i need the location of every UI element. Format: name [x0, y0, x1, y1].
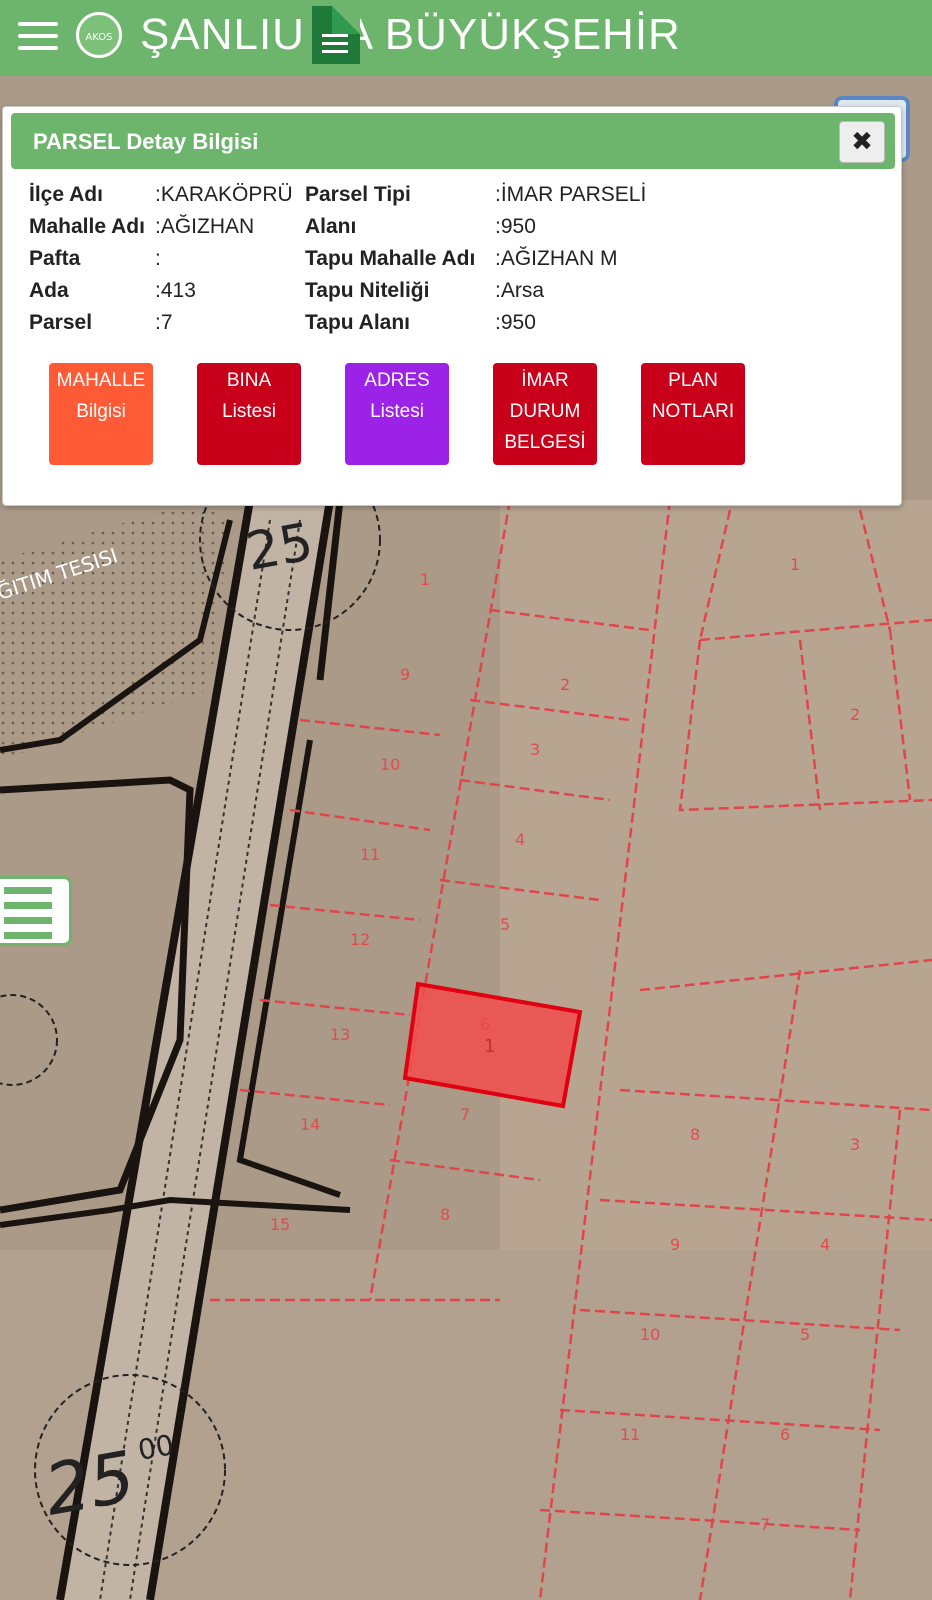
- parcel-number: 15: [270, 1215, 290, 1234]
- hamburger-menu-icon[interactable]: [18, 22, 58, 52]
- parcel-number: 9: [400, 665, 410, 684]
- button-label: İMAR: [521, 370, 569, 391]
- parcel-number: 5: [500, 915, 510, 934]
- parcel-number: 1: [790, 555, 800, 574]
- parcel-number: 11: [620, 1425, 640, 1444]
- field-value: :950: [495, 215, 536, 238]
- plan-notlari-button[interactable]: PLAN NOTLARI: [641, 363, 745, 465]
- parcel-number: 4: [820, 1235, 830, 1254]
- button-label: DURUM: [509, 401, 581, 422]
- parcel-number: 12: [350, 930, 370, 949]
- parcel-number: 6: [780, 1425, 790, 1444]
- button-label: Listesi: [370, 401, 424, 422]
- parcel-number: 8: [440, 1205, 450, 1224]
- field-value: :: [155, 247, 161, 270]
- akos-logo: AKOS: [76, 12, 122, 58]
- panel-header: PARSEL Detay Bilgisi ✖: [11, 113, 895, 169]
- road-label-bottom-sup: 00: [135, 1428, 176, 1467]
- adres-listesi-button[interactable]: ADRES Listesi: [345, 363, 449, 465]
- field-value: :Arsa: [495, 279, 545, 302]
- panel-title: PARSEL Detay Bilgisi: [33, 129, 259, 154]
- field-value: :AĞIZHAN M: [495, 247, 618, 270]
- parcel-number: 6: [480, 1015, 490, 1034]
- bina-listesi-button[interactable]: BINA Listesi: [197, 363, 301, 465]
- parcel-number: 13: [330, 1025, 350, 1044]
- parcel-number: 8: [690, 1125, 700, 1144]
- parcel-number: 2: [850, 705, 860, 724]
- top-bar: AKOS ŞANLIU FA BÜYÜKŞEHİR: [0, 0, 932, 76]
- button-label: Bilgisi: [76, 401, 126, 422]
- field-value: :AĞIZHAN: [155, 215, 255, 238]
- field-label: Tapu Mahalle Adı: [305, 247, 476, 270]
- field-label: Tapu Niteliği: [305, 279, 430, 302]
- field-value: :İMAR PARSELİ: [495, 183, 647, 206]
- button-label: MAHALLE: [56, 370, 146, 391]
- field-label: Alanı: [305, 215, 357, 238]
- button-label: BINA: [226, 370, 272, 391]
- parcel-number: 5: [800, 1325, 810, 1344]
- parcel-number: 10: [640, 1325, 660, 1344]
- side-menu-icon[interactable]: [0, 876, 72, 946]
- parcel-detail-panel: PARSEL Detay Bilgisi ✖ İlçe Adı :KARAKÖP…: [2, 106, 902, 506]
- road-label-top: 25: [242, 512, 318, 583]
- button-label: Listesi: [222, 401, 276, 422]
- button-label: ADRES: [364, 370, 430, 391]
- parcel-number: 3: [530, 740, 540, 759]
- field-label: Ada: [29, 279, 69, 302]
- field-label: Pafta: [29, 247, 81, 270]
- field-label: Tapu Alanı: [305, 311, 410, 334]
- mahalle-bilgisi-button[interactable]: MAHALLE Bilgisi: [49, 363, 153, 465]
- parcel-number: 2: [560, 675, 570, 694]
- selected-parcel-number: 1: [484, 1036, 495, 1057]
- parcel-number: 4: [515, 830, 525, 849]
- button-label: BELGESİ: [504, 432, 586, 453]
- parcel-number: 14: [300, 1115, 320, 1134]
- parcel-number: 11: [360, 845, 380, 864]
- imar-durum-belgesi-button[interactable]: İMAR DURUM BELGESİ: [493, 363, 597, 465]
- parcel-number: 7: [760, 1515, 770, 1534]
- close-icon[interactable]: ✖: [839, 121, 885, 163]
- parcel-number: 7: [460, 1105, 470, 1124]
- field-label: Parsel Tipi: [305, 183, 411, 206]
- road-label-bottom: 25: [39, 1436, 141, 1532]
- parcel-number: 3: [850, 1135, 860, 1154]
- button-label: PLAN: [668, 370, 718, 391]
- field-label: Parsel: [29, 311, 93, 334]
- field-value: :950: [495, 311, 536, 334]
- field-value: :KARAKÖPRÜ: [155, 183, 293, 206]
- field-value: :413: [155, 279, 196, 302]
- parcel-number: 9: [670, 1235, 680, 1254]
- field-label: Mahalle Adı: [29, 215, 145, 238]
- parcel-number: 1: [420, 570, 430, 589]
- field-label: İlçe Adı: [29, 183, 103, 206]
- app-title: ŞANLIU FA BÜYÜKŞEHİR: [140, 10, 681, 59]
- field-value: :7: [155, 311, 173, 334]
- button-label: NOTLARI: [651, 401, 735, 422]
- parcel-number: 10: [380, 755, 400, 774]
- spreadsheet-icon[interactable]: [312, 6, 360, 64]
